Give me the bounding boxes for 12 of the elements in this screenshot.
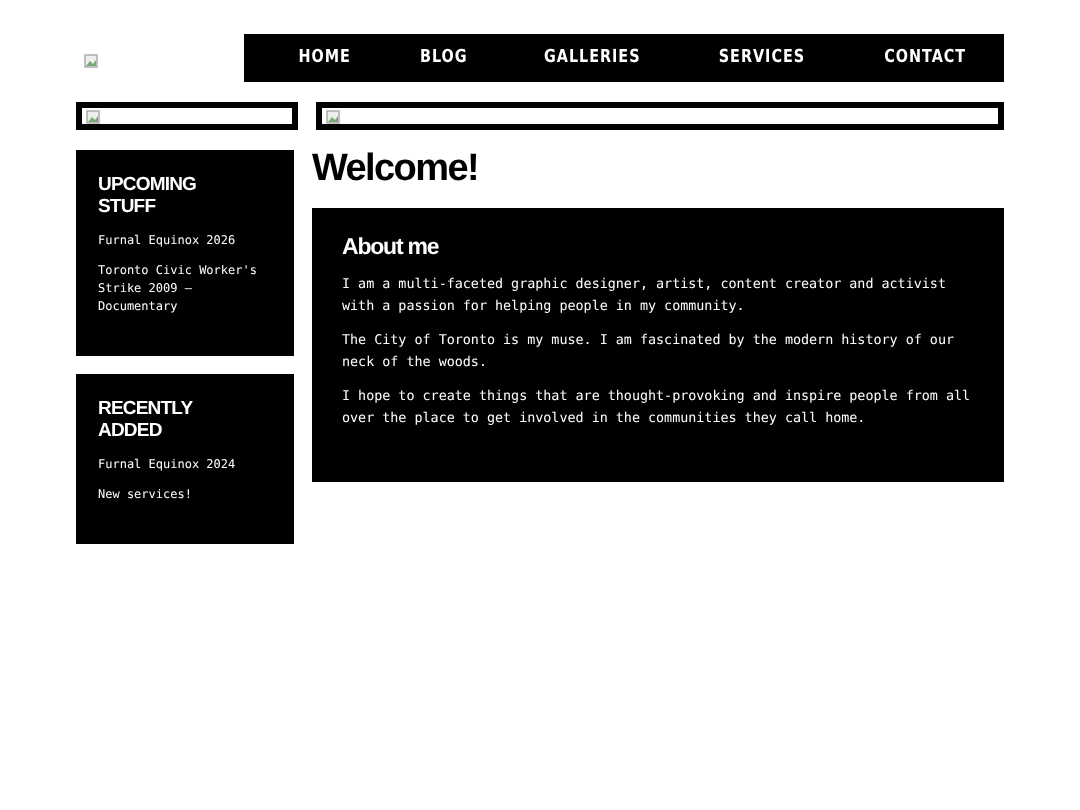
- nav-link[interactable]: SERVICES: [719, 48, 806, 68]
- page-heading: Welcome!: [312, 150, 480, 190]
- broken-image-icon: [84, 54, 98, 68]
- card-title: RECENTLY ADDED: [98, 398, 195, 442]
- nav-link[interactable]: GALLERIES: [543, 48, 640, 68]
- nav-link[interactable]: HOME: [299, 48, 352, 68]
- broken-image-icon: [86, 109, 100, 123]
- broken-image-icon: [326, 109, 340, 123]
- card-title: About me: [342, 236, 441, 260]
- nav-link[interactable]: CONTACT: [883, 48, 966, 68]
- card-title: UPCOMING STUFF: [98, 174, 198, 218]
- nav-link[interactable]: BLOG: [420, 48, 469, 68]
